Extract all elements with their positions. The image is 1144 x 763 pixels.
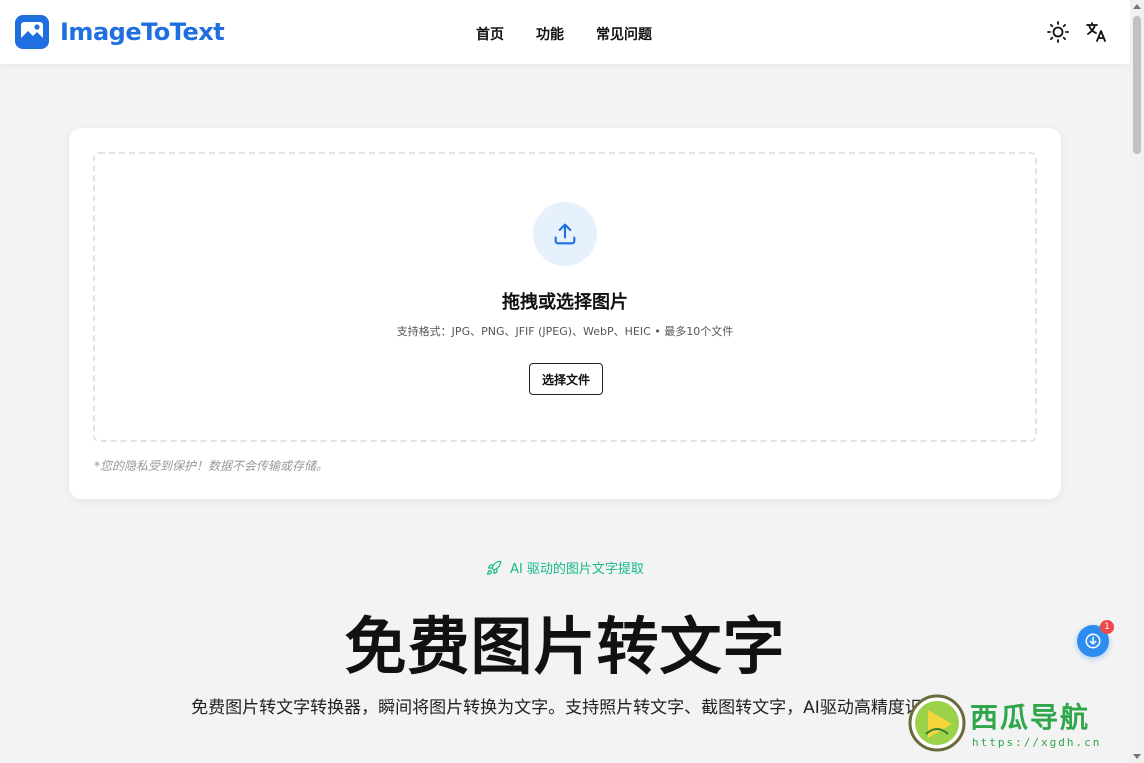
nav-item-features[interactable]: 功能 (536, 24, 564, 44)
watermelon-logo-icon (908, 694, 966, 752)
dropzone[interactable]: 拖拽或选择图片 支持格式：JPG、PNG、JFIF (JPEG)、WebP、HE… (93, 152, 1037, 442)
notification-badge: 1 (1100, 620, 1114, 634)
watermark: 西瓜导航 https://xgdh.cn (908, 694, 1138, 756)
privacy-note: *您的隐私受到保护！数据不会传输或存储。 (94, 459, 329, 473)
header: ImageToText 首页 功能 常见问题 (0, 0, 1130, 64)
hero-title: 免费图片转文字 (344, 610, 786, 683)
main-nav: 首页 功能 常见问题 (476, 24, 652, 44)
brand-name: ImageToText (60, 18, 225, 46)
page-scrollbar[interactable] (1130, 0, 1144, 763)
rocket-icon (487, 560, 502, 575)
supported-formats: 支持格式：JPG、PNG、JFIF (JPEG)、WebP、HEIC • 最多1… (396, 325, 734, 338)
upload-icon-circle (533, 202, 597, 266)
upload-icon (554, 223, 576, 245)
dropzone-title: 拖拽或选择图片 (502, 292, 628, 313)
scroll-thumb[interactable] (1133, 16, 1141, 154)
download-icon (1085, 633, 1101, 649)
header-actions (1046, 20, 1108, 44)
nav-item-faq[interactable]: 常见问题 (596, 24, 652, 44)
watermark-title: 西瓜导航 (970, 701, 1091, 734)
nav-item-home[interactable]: 首页 (476, 24, 504, 44)
scroll-up-arrow-icon[interactable] (1133, 4, 1141, 9)
watermark-url: https://xgdh.cn (972, 736, 1102, 749)
hero-badge: AI 驱动的图片文字提取 (0, 558, 1130, 577)
select-file-button[interactable]: 选择文件 (529, 363, 603, 395)
translate-icon[interactable] (1084, 20, 1108, 44)
image-logo-icon (15, 15, 49, 49)
brand[interactable]: ImageToText (14, 14, 225, 50)
hero-badge-label: AI 驱动的图片文字提取 (510, 562, 644, 577)
upload-card: 拖拽或选择图片 支持格式：JPG、PNG、JFIF (JPEG)、WebP、HE… (69, 128, 1061, 499)
sun-icon[interactable] (1046, 20, 1070, 44)
